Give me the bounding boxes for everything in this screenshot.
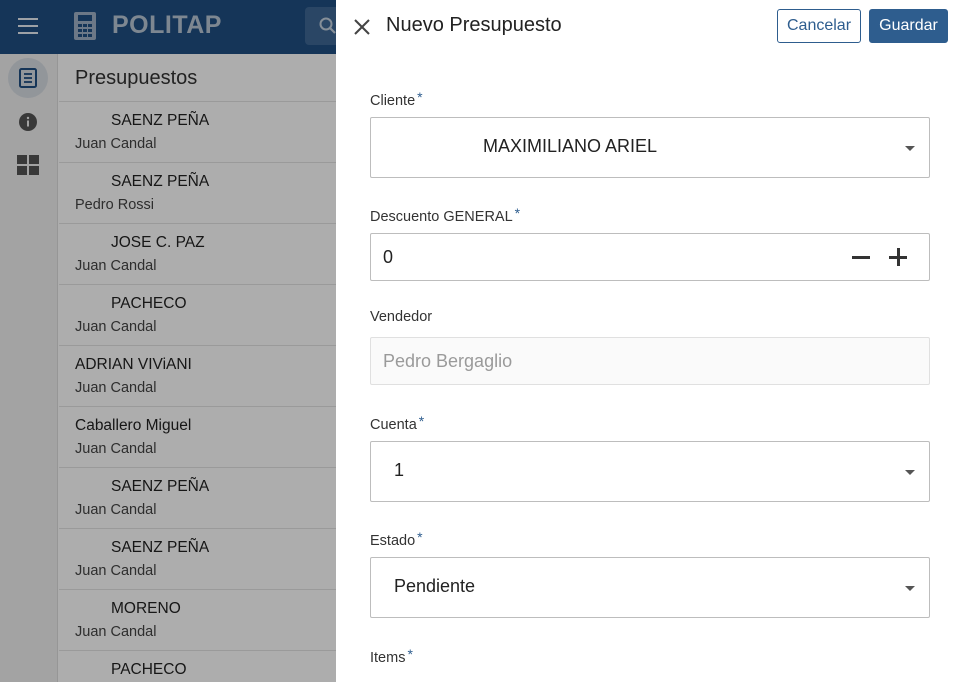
required-mark: * [417,529,423,545]
descuento-label: Descuento GENERAL * [370,205,521,225]
descuento-input[interactable]: 0 [370,233,930,281]
cancel-button[interactable]: Cancelar [777,9,861,43]
nuevo-presupuesto-modal: Nuevo Presupuesto Cancelar Guardar Clien… [336,0,964,682]
modal-header: Nuevo Presupuesto Cancelar Guardar [336,0,964,54]
required-mark: * [418,413,425,429]
cuenta-value: 1 [394,460,405,480]
minus-icon[interactable] [852,256,870,259]
vendedor-placeholder: Pedro Bergaglio [383,351,513,371]
estado-value: Pendiente [394,576,476,596]
plus-icon[interactable] [888,247,908,267]
descuento-value: 0 [383,247,394,267]
estado-label: Estado * [370,529,423,549]
items-label: Items * [370,646,413,666]
cliente-label: Cliente * [370,89,423,109]
dropdown-caret-icon [905,586,915,591]
vendedor-label: Vendedor [370,309,433,325]
cliente-value: MAXIMILIANO ARIEL [483,136,658,156]
cuenta-select[interactable]: 1 [370,441,930,502]
dropdown-caret-icon [905,146,915,151]
dropdown-caret-icon [905,470,915,475]
cuenta-label: Cuenta * [370,413,425,433]
cliente-select[interactable]: MAXIMILIANO ARIEL [370,117,930,178]
required-mark: * [514,205,521,221]
close-icon[interactable] [350,15,374,39]
required-mark: * [417,89,423,105]
required-mark: * [407,646,413,662]
modal-title: Nuevo Presupuesto [386,14,562,36]
estado-select[interactable]: Pendiente [370,557,930,618]
vendedor-field: Pedro Bergaglio [370,337,930,385]
save-button[interactable]: Guardar [869,9,948,43]
